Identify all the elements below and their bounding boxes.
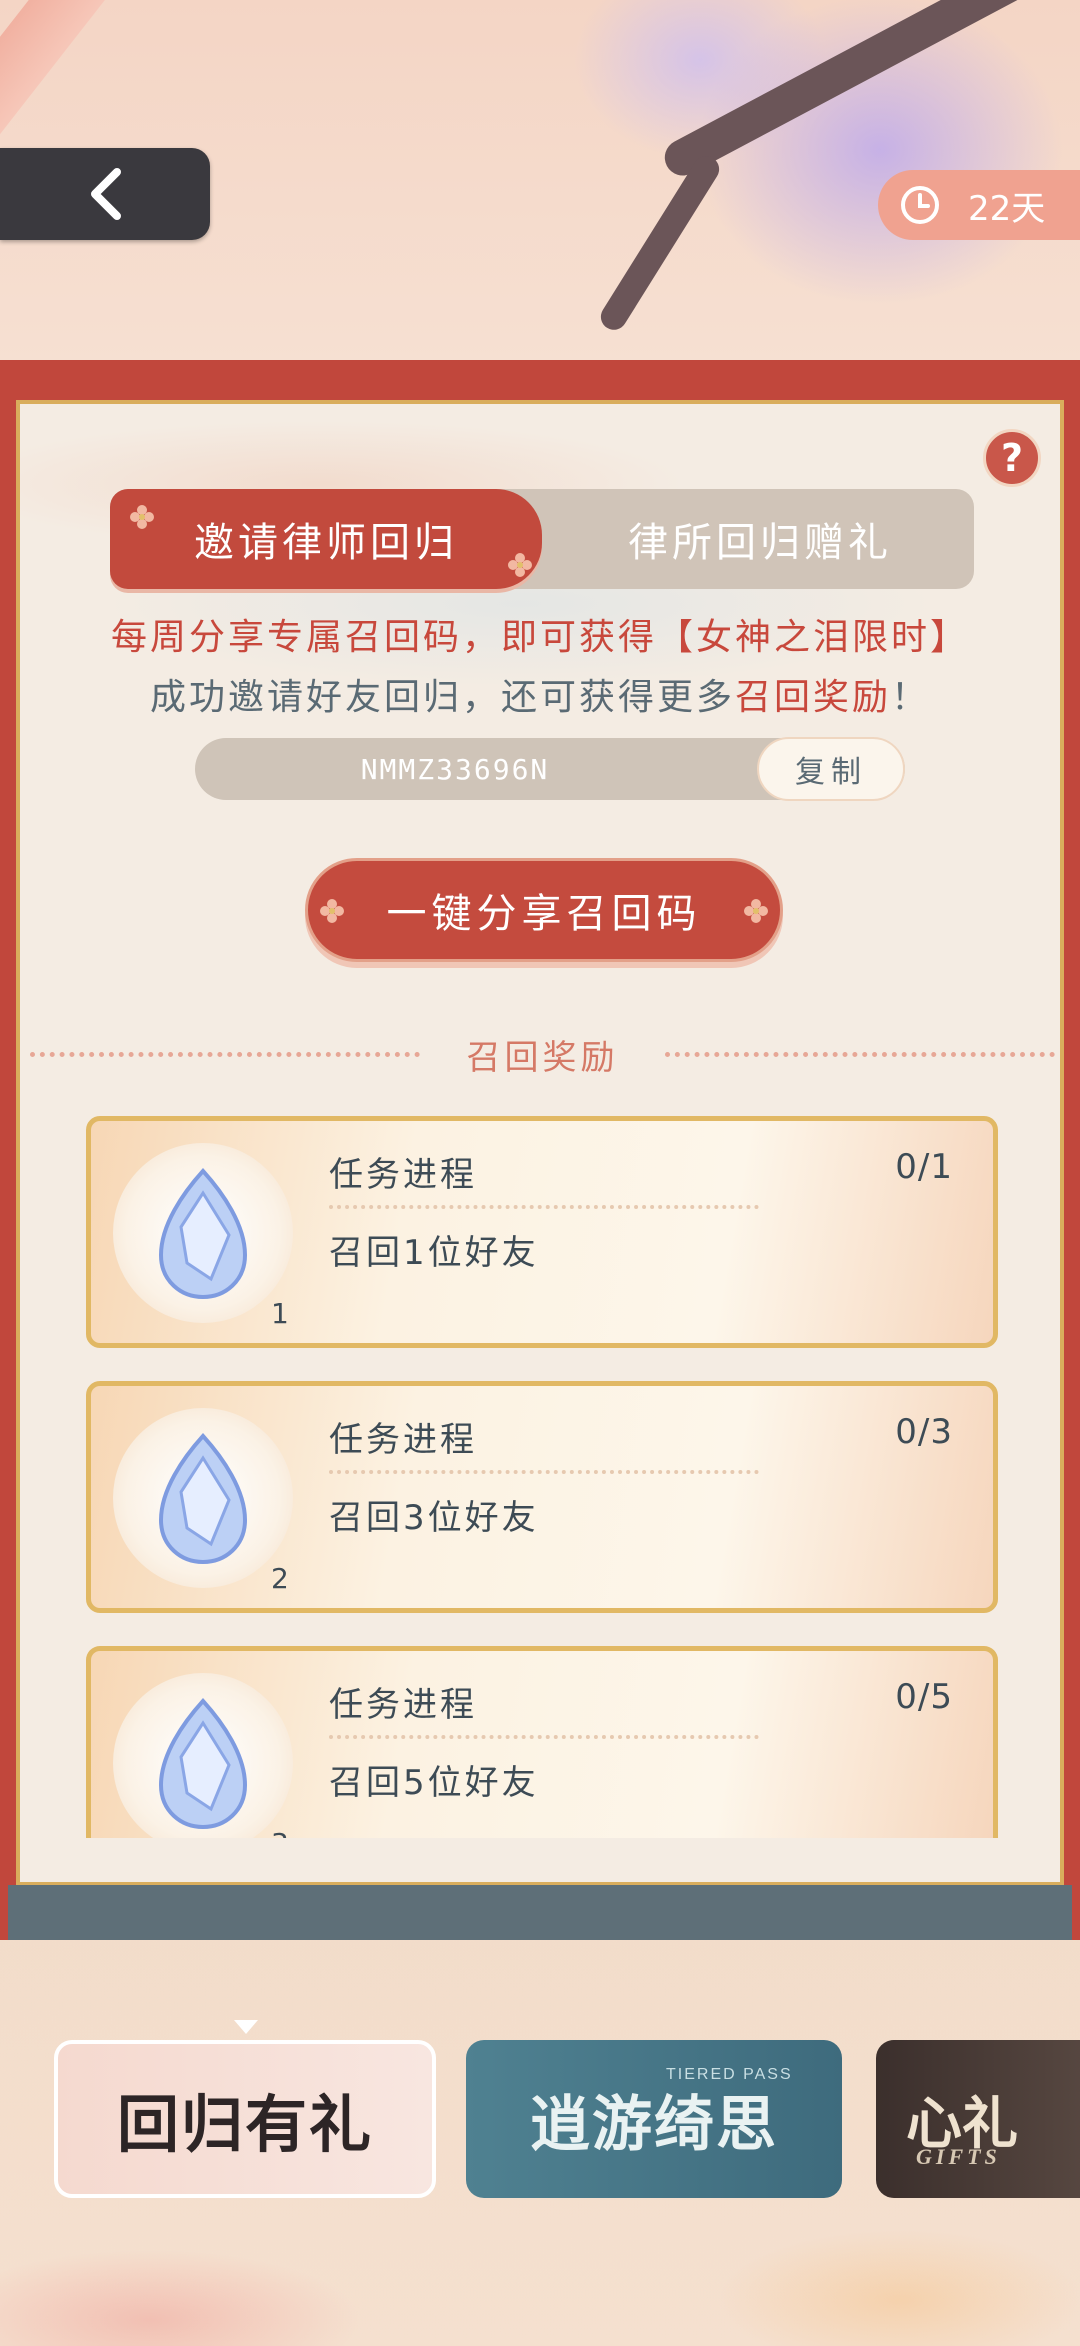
info-line-2: 成功邀请好友回归，还可获得更多召回奖励！ — [0, 668, 1080, 720]
banner-label: 回归有礼 — [116, 2088, 373, 2161]
back-button[interactable] — [0, 148, 210, 240]
task-progress: 0/3 — [895, 1412, 953, 1452]
timer-label: 22天 — [968, 188, 1046, 229]
task-progress: 0/5 — [895, 1677, 953, 1717]
tab-invite-lawyer[interactable]: 邀请律师回归 — [110, 489, 542, 589]
flower-icon — [508, 553, 532, 577]
share-recall-code-button[interactable]: 一键分享召回码 — [305, 858, 783, 962]
panel-bottom-wave — [8, 1885, 1072, 1940]
section-title: 召回奖励 — [466, 1038, 619, 1078]
banner-sub-label: TIERED PASS — [666, 2066, 793, 2083]
flower-icon — [320, 899, 344, 923]
footer-artwork — [0, 2200, 1080, 2346]
info-highlight: 【女神之泪限时】 — [657, 617, 970, 658]
nav-banner-gifts[interactable]: 心礼 GIFTS — [876, 2040, 1080, 2198]
info-line-1: 每周分享专属召回码，即可获得【女神之泪限时】 — [0, 608, 1080, 660]
tab-label: 邀请律师回归 — [194, 520, 458, 566]
divider — [30, 1052, 420, 1057]
reward-count: 2 — [271, 1562, 289, 1595]
info-highlight: 召回奖励 — [734, 677, 891, 718]
share-label: 一键分享召回码 — [386, 891, 702, 937]
task-progress: 0/1 — [895, 1147, 953, 1187]
divider — [665, 1052, 1055, 1057]
reward-count: 3 — [271, 1827, 289, 1838]
active-indicator — [234, 2020, 258, 2034]
divider — [329, 1735, 759, 1739]
tear-gem-icon — [158, 1698, 248, 1830]
divider — [329, 1205, 759, 1209]
reward-count: 1 — [271, 1297, 289, 1330]
nav-banner-return-gifts[interactable]: 回归有礼 — [54, 2040, 436, 2198]
tab-label: 律所回归赠礼 — [628, 520, 892, 566]
info-text: 每周分享专属召回码，即可获得 — [110, 617, 657, 658]
banner-sub-label: GIFTS — [916, 2144, 1001, 2169]
banner-label: 逍游绮思 — [530, 2089, 778, 2160]
tear-gem-icon — [158, 1168, 248, 1300]
task-description: 召回1位好友 — [329, 1233, 539, 1273]
task-title: 任务进程 — [329, 1155, 477, 1195]
flower-icon — [744, 899, 768, 923]
help-button[interactable]: ? — [983, 429, 1041, 487]
info-text: 成功邀请好友回归，还可获得更多 — [149, 677, 735, 718]
tear-gem-icon — [158, 1433, 248, 1565]
task-description: 召回3位好友 — [329, 1498, 539, 1538]
flower-icon — [130, 505, 154, 529]
info-text: ！ — [891, 677, 931, 718]
reward-card: 2 任务进程 0/3 召回3位好友 — [86, 1381, 998, 1613]
copy-button[interactable]: 复制 — [757, 737, 905, 801]
recall-code: NMMZ33696N — [360, 752, 550, 786]
chevron-left-icon — [91, 168, 121, 220]
clock-icon — [901, 186, 939, 224]
divider — [329, 1470, 759, 1474]
task-title: 任务进程 — [329, 1420, 477, 1460]
event-timer: 22天 — [878, 170, 1080, 240]
nav-banner-tiered-pass[interactable]: TIERED PASS 逍游绮思 — [466, 2040, 842, 2198]
reward-card: 1 任务进程 0/1 召回1位好友 — [86, 1116, 998, 1348]
task-description: 召回5位好友 — [329, 1763, 539, 1803]
tab-firm-return-gifts[interactable]: 律所回归赠礼 — [560, 489, 960, 589]
reward-card: 3 任务进程 0/5 召回5位好友 — [86, 1646, 998, 1838]
task-title: 任务进程 — [329, 1685, 477, 1725]
